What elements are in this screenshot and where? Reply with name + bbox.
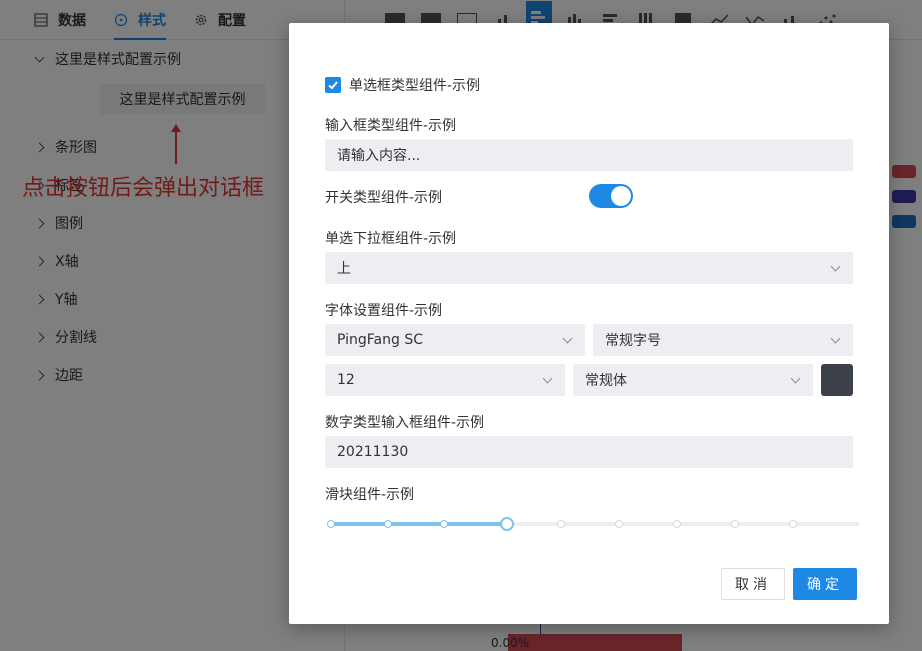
font-size-name-select[interactable]: 常规字号 bbox=[593, 324, 853, 356]
slider-step-dot[interactable] bbox=[789, 520, 797, 528]
toggle-switch[interactable] bbox=[589, 184, 633, 208]
chevron-down-icon bbox=[542, 373, 553, 384]
style-config-dialog: 单选框类型组件-示例 输入框类型组件-示例 请输入内容... 开关类型组件-示例… bbox=[289, 23, 889, 624]
chevron-down-icon bbox=[830, 333, 841, 344]
font-weight-value: 常规体 bbox=[585, 373, 627, 389]
font-label: 字体设置组件-示例 bbox=[325, 303, 443, 319]
text-input[interactable]: 请输入内容... bbox=[325, 139, 853, 171]
font-size-name-value: 常规字号 bbox=[605, 333, 661, 349]
chevron-down-icon bbox=[562, 333, 573, 344]
number-label: 数字类型输入框组件-示例 bbox=[325, 415, 485, 431]
chevron-down-icon bbox=[790, 373, 801, 384]
slider[interactable] bbox=[325, 515, 859, 531]
slider-step-dot[interactable] bbox=[673, 520, 681, 528]
number-input-value: 20211130 bbox=[337, 444, 409, 460]
slider-track bbox=[329, 522, 507, 526]
select-label: 单选下拉框组件-示例 bbox=[325, 231, 457, 247]
switch-knob bbox=[611, 186, 631, 206]
text-input-placeholder: 请输入内容... bbox=[337, 148, 421, 164]
slider-step-dot[interactable] bbox=[615, 520, 623, 528]
number-input[interactable]: 20211130 bbox=[325, 436, 853, 468]
font-size-value: 12 bbox=[337, 372, 355, 388]
position-select[interactable]: 上 bbox=[325, 252, 853, 284]
slider-step-dot[interactable] bbox=[440, 520, 448, 528]
font-size-select[interactable]: 12 bbox=[325, 364, 565, 396]
slider-step-dot[interactable] bbox=[327, 520, 335, 528]
position-select-value: 上 bbox=[337, 261, 351, 277]
slider-handle[interactable] bbox=[500, 517, 514, 531]
font-family-select[interactable]: PingFang SC bbox=[325, 324, 585, 356]
font-family-value: PingFang SC bbox=[337, 332, 424, 348]
slider-label: 滑块组件-示例 bbox=[325, 487, 415, 503]
chevron-down-icon bbox=[830, 261, 841, 272]
slider-step-dot[interactable] bbox=[384, 520, 392, 528]
checkbox[interactable] bbox=[325, 77, 341, 93]
check-icon bbox=[328, 81, 338, 90]
switch-label: 开关类型组件-示例 bbox=[325, 190, 443, 206]
checkbox-label: 单选框类型组件-示例 bbox=[349, 78, 481, 94]
slider-step-dot[interactable] bbox=[557, 520, 565, 528]
slider-step-dot[interactable] bbox=[731, 520, 739, 528]
checkbox-row[interactable]: 单选框类型组件-示例 bbox=[325, 75, 480, 95]
font-weight-select[interactable]: 常规体 bbox=[573, 364, 813, 396]
input-label: 输入框类型组件-示例 bbox=[325, 118, 457, 134]
font-color-picker[interactable] bbox=[821, 364, 853, 396]
cancel-button[interactable]: 取消 bbox=[721, 568, 785, 600]
ok-button[interactable]: 确定 bbox=[793, 568, 857, 600]
